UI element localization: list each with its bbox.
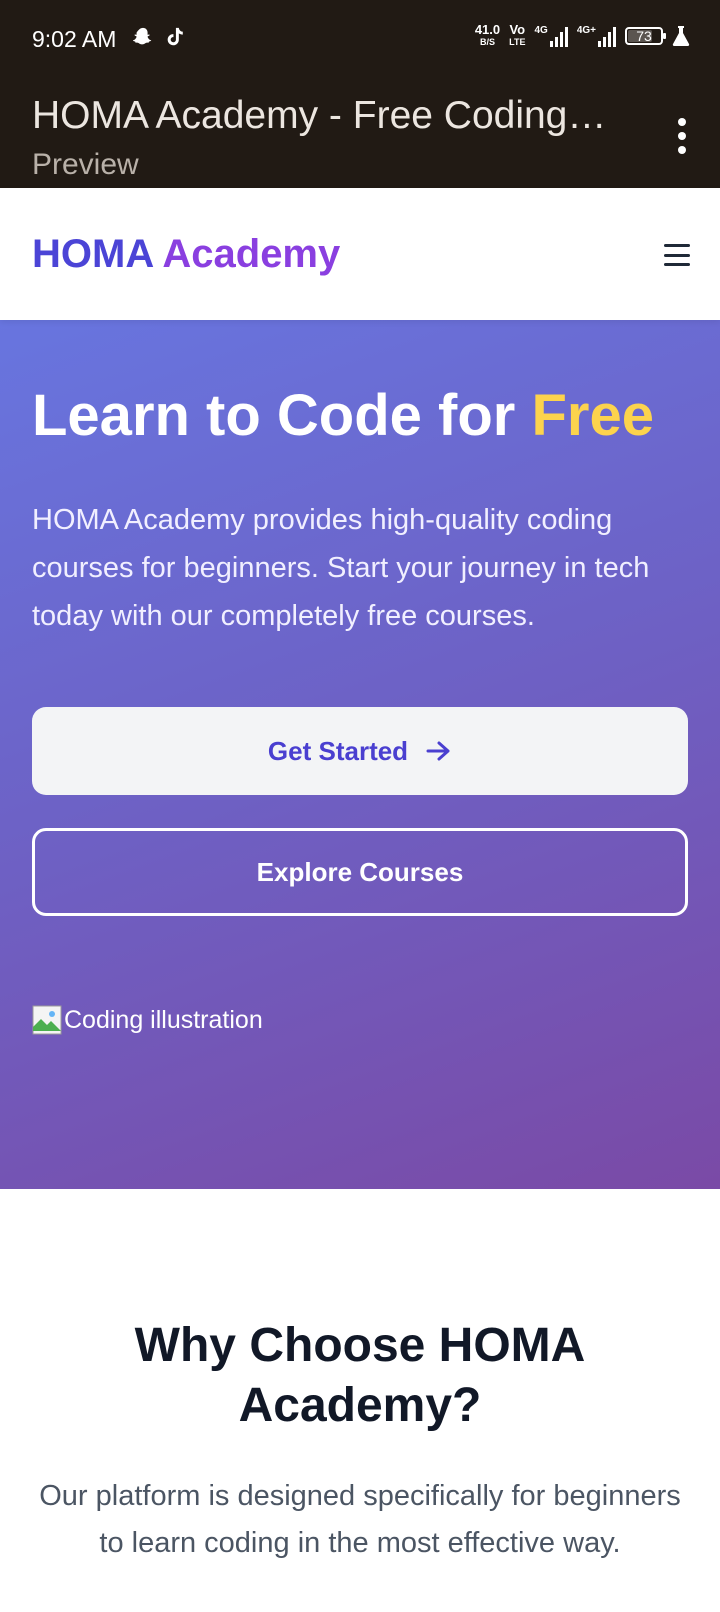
broken-image-icon — [32, 1005, 62, 1035]
notification-icons — [132, 26, 186, 48]
arrow-right-icon — [426, 741, 450, 761]
coding-illustration-image: Coding illustration — [32, 1005, 263, 1035]
hero-title: Learn to Code for Free — [32, 383, 654, 448]
battery-icon: 73 — [625, 27, 666, 45]
signal-sim1-icon: 4G — [534, 25, 568, 47]
why-section-description: Our platform is designed specifically fo… — [39, 1480, 681, 1559]
image-alt-text: Coding illustration — [64, 1005, 263, 1034]
hero-description: HOMA Academy provides high-quality codin… — [32, 504, 650, 632]
snapchat-icon — [132, 27, 152, 45]
page-subtitle: Preview — [32, 148, 139, 181]
flask-icon — [672, 26, 690, 46]
hamburger-menu-icon[interactable] — [664, 244, 690, 266]
explore-courses-label: Explore Courses — [256, 856, 464, 887]
get-started-button[interactable]: Get Started — [32, 707, 688, 795]
more-options-icon[interactable] — [672, 118, 692, 154]
system-status-icons: 41.0 B/S Vo LTE 4G 4G+ 73 — [474, 22, 690, 48]
volte-icon: Vo LTE — [509, 22, 526, 47]
signal-sim2-icon: 4G+ — [577, 25, 616, 47]
status-time: 9:02 AM — [32, 26, 117, 52]
explore-courses-button[interactable]: Explore Courses — [32, 828, 688, 916]
why-section-title: Why Choose HOMA Academy? — [134, 1319, 586, 1432]
logo-academy: Academy — [162, 232, 341, 276]
site-logo[interactable]: HOMA Academy — [32, 232, 340, 277]
battery-level: 73 — [636, 28, 652, 44]
hero-section: Learn to Code for Free HOMA Academy prov… — [0, 320, 720, 1189]
get-started-label: Get Started — [267, 735, 409, 766]
site-navbar: HOMA Academy — [0, 188, 720, 320]
logo-homa: HOMA — [32, 232, 153, 276]
page-title: HOMA Academy - Free Coding… — [32, 94, 607, 137]
network-speed: 41.0 B/S — [474, 22, 501, 47]
hero-title-highlight: Free — [531, 383, 654, 448]
status-bar: 9:02 AM 41.0 B/S Vo LTE 4G 4G+ 73 — [0, 0, 720, 80]
tiktok-icon — [167, 27, 183, 46]
app-bar: HOMA Academy - Free Coding… Preview — [0, 80, 720, 188]
